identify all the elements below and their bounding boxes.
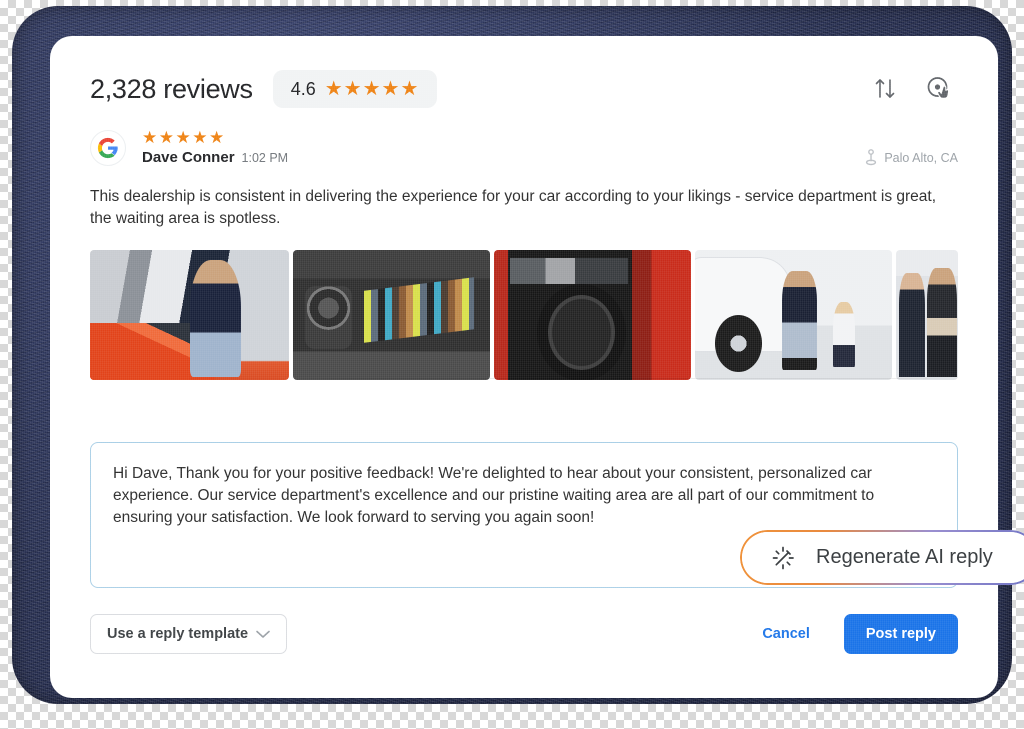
review-photo[interactable] xyxy=(896,250,958,380)
sort-arrows-icon[interactable] xyxy=(868,72,902,106)
reviewer-row: ★★★★★ Dave Conner 1:02 PM Palo Alto, CA xyxy=(90,128,958,168)
target-pointer-icon[interactable] xyxy=(922,72,956,106)
header-actions xyxy=(868,72,956,106)
location-pin-icon xyxy=(866,149,877,166)
post-reply-button[interactable]: Post reply xyxy=(843,614,958,654)
photo-figure xyxy=(833,302,855,367)
review-body: This dealership is consistent in deliver… xyxy=(90,188,937,227)
reviewer-name-line: Dave Conner 1:02 PM xyxy=(142,149,288,166)
footer-actions: Use a reply template Cancel Post reply xyxy=(90,614,958,654)
reviewer-name: Dave Conner xyxy=(142,149,235,166)
review-photo[interactable] xyxy=(494,250,692,380)
regenerate-inner: Regenerate AI reply xyxy=(742,532,1024,583)
location-label: Palo Alto, CA xyxy=(884,150,958,165)
google-logo-icon xyxy=(90,130,126,166)
use-reply-template-button[interactable]: Use a reply template xyxy=(90,614,288,654)
page-title: 2,328 reviews xyxy=(90,73,253,104)
device-frame: 2,328 reviews 4.6 ★★★★★ ★★★★★ Dave Conne… xyxy=(12,6,1024,704)
chevron-down-icon xyxy=(256,630,270,638)
rating-value: 4.6 xyxy=(290,78,316,99)
reviewer-meta: ★★★★★ Dave Conner 1:02 PM xyxy=(142,128,288,166)
review-card: 2,328 reviews 4.6 ★★★★★ ★★★★★ Dave Conne… xyxy=(50,36,1024,698)
review-photo[interactable] xyxy=(90,250,290,380)
magic-wand-sparkle-icon xyxy=(772,546,794,569)
review-photo-strip xyxy=(90,250,958,380)
reply-text: Hi Dave, Thank you for your positive fee… xyxy=(113,465,875,526)
cancel-button[interactable]: Cancel xyxy=(744,626,828,642)
review-stars: ★★★★★ xyxy=(142,128,226,147)
review-photo[interactable] xyxy=(695,250,893,380)
section-divider xyxy=(295,378,955,379)
review-timestamp: 1:02 PM xyxy=(241,151,289,165)
use-reply-template-label: Use a reply template xyxy=(107,626,249,642)
regenerate-ai-reply-label: Regenerate AI reply xyxy=(816,546,993,568)
status-badge: 4.6 ★★★★★ xyxy=(272,70,438,108)
photo-figure xyxy=(781,270,818,370)
review-location: Palo Alto, CA xyxy=(864,149,958,166)
regenerate-ai-reply-button[interactable]: Regenerate AI reply xyxy=(740,530,1024,585)
header: 2,328 reviews 4.6 ★★★★★ xyxy=(90,66,958,112)
review-photo[interactable] xyxy=(293,250,491,380)
rating-stars: ★★★★★ xyxy=(324,78,420,100)
